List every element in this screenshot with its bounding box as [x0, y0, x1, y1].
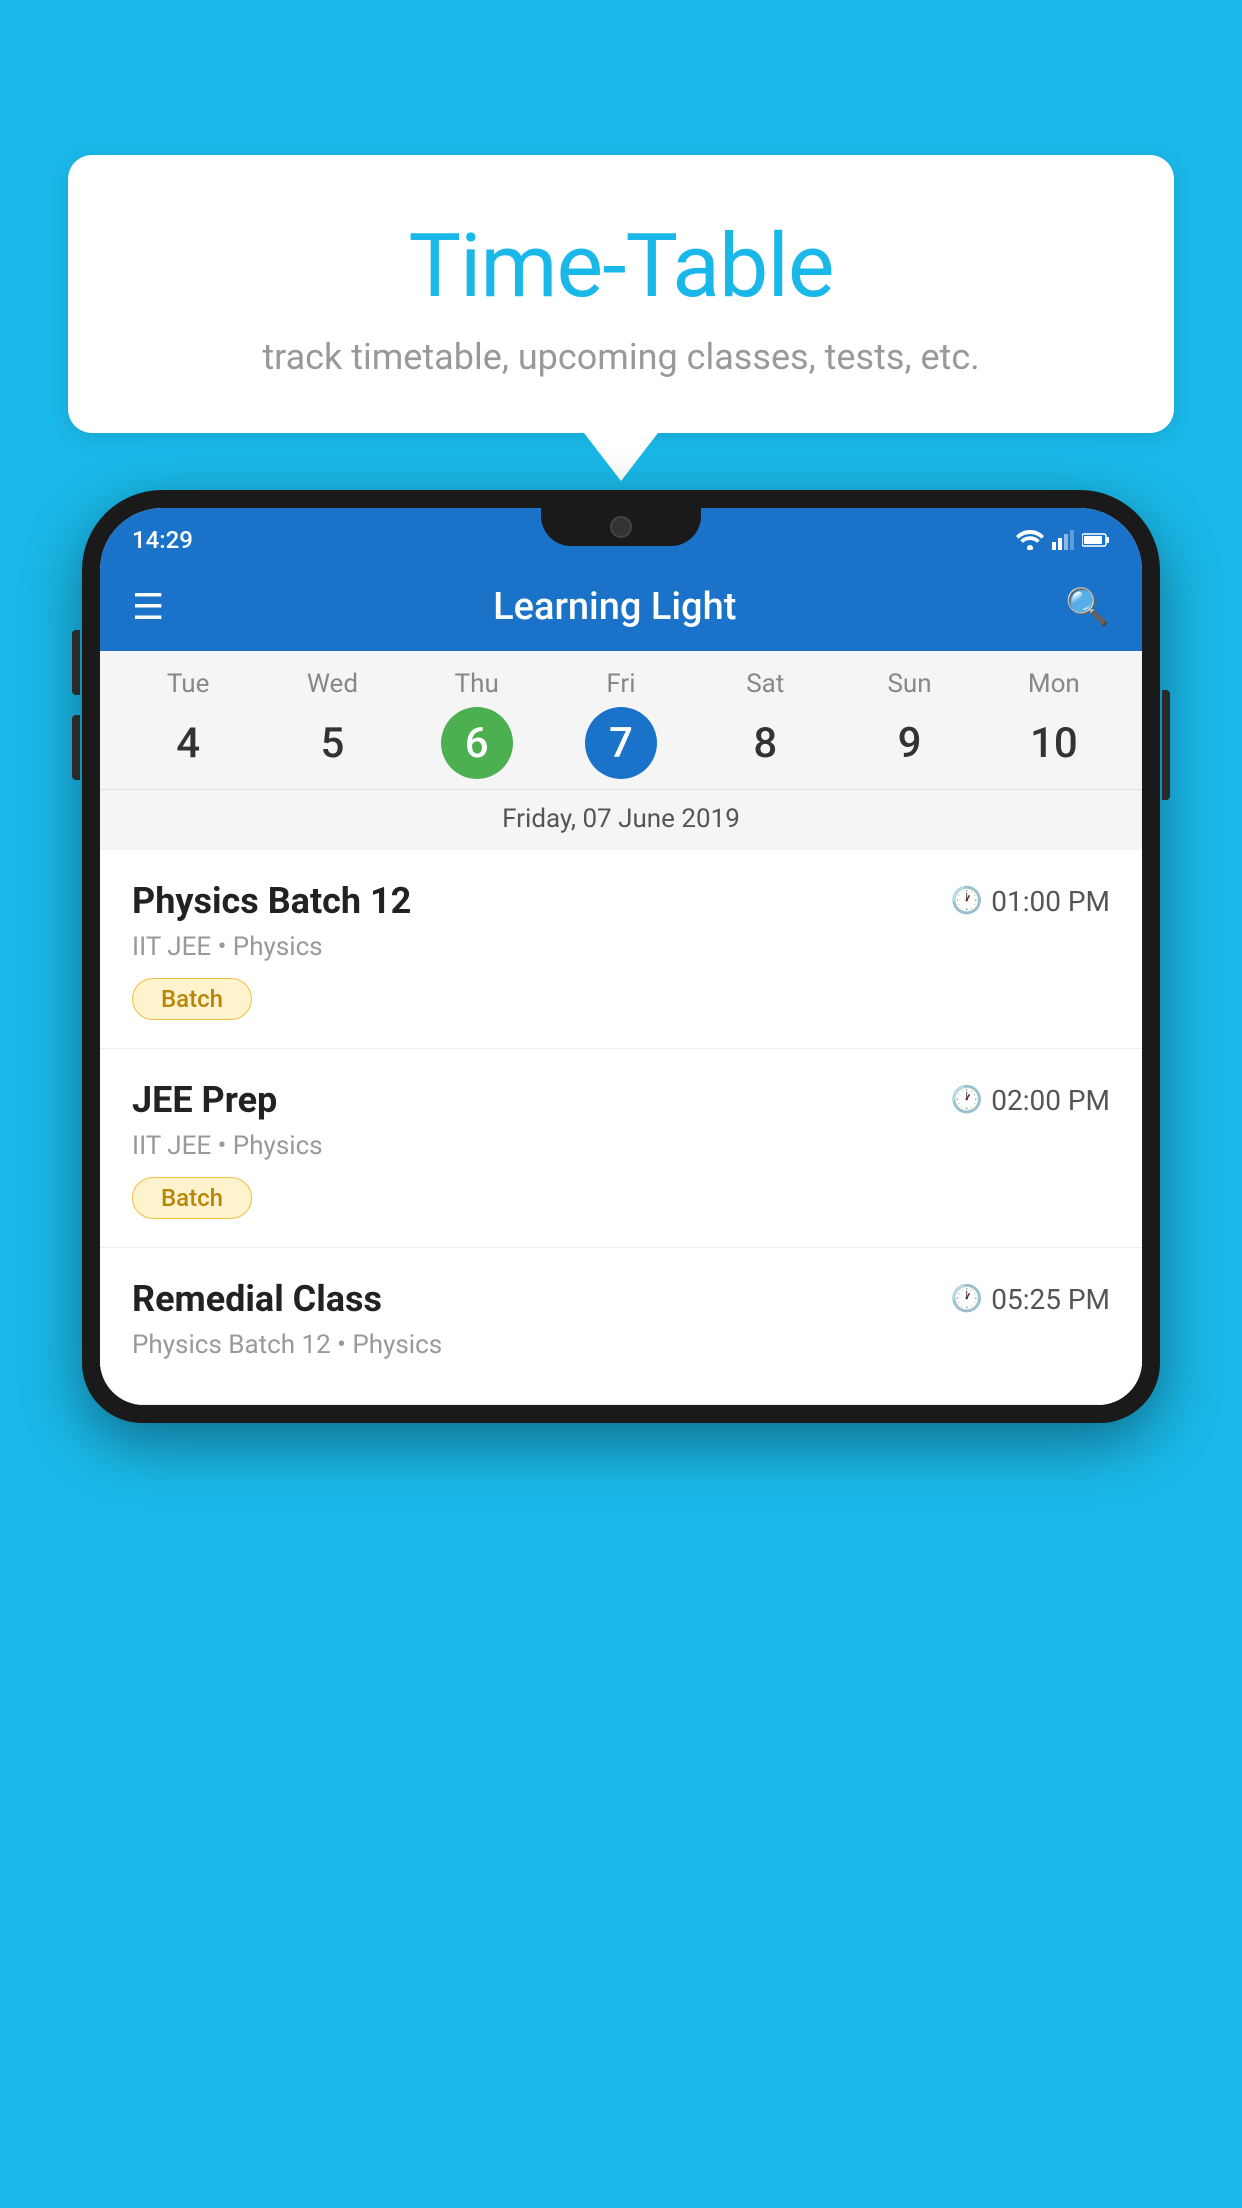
- search-icon[interactable]: 🔍: [1065, 586, 1110, 628]
- schedule-meta: IIT JEE • Physics: [132, 932, 1110, 962]
- day-number: 10: [1018, 707, 1090, 779]
- schedule-item-header: Remedial Class 🕐 05:25 PM: [132, 1278, 1110, 1320]
- batch-badge: Batch: [132, 1177, 252, 1219]
- day-number: 9: [874, 707, 946, 779]
- selected-date-label: Friday, 07 June 2019: [100, 789, 1142, 850]
- status-bar: 14:29: [100, 508, 1142, 563]
- day-col-sat[interactable]: Sat 8: [705, 669, 825, 779]
- day-col-fri[interactable]: Fri 7: [561, 669, 681, 779]
- day-col-mon[interactable]: Mon 10: [994, 669, 1114, 779]
- notch: [541, 508, 701, 546]
- app-bar: ☰ Learning Light 🔍: [100, 563, 1142, 651]
- day-name: Sun: [887, 669, 931, 699]
- status-time: 14:29: [132, 526, 193, 554]
- days-row: Tue 4 Wed 5 Thu 6 Fri 7 Sat 8 Sun 9 Mon 10: [100, 669, 1142, 779]
- side-button-volume-up: [72, 630, 80, 695]
- app-title: Learning Light: [493, 585, 736, 629]
- schedule-meta: Physics Batch 12 • Physics: [132, 1330, 1110, 1360]
- side-button-power: [1162, 690, 1170, 800]
- schedule-time: 🕐 05:25 PM: [951, 1283, 1110, 1316]
- schedule-item-0[interactable]: Physics Batch 12 🕐 01:00 PM IIT JEE • Ph…: [100, 850, 1142, 1049]
- day-name: Tue: [167, 669, 209, 699]
- day-col-wed[interactable]: Wed 5: [272, 669, 392, 779]
- clock-icon: 🕐: [951, 1085, 983, 1115]
- signal-icon: [1052, 530, 1074, 550]
- phone-outer: 14:29: [82, 490, 1160, 1423]
- day-number: 4: [152, 707, 224, 779]
- day-number: 7: [585, 707, 657, 779]
- day-name: Mon: [1028, 669, 1080, 699]
- battery-icon: [1082, 532, 1110, 548]
- day-name: Sat: [746, 669, 784, 699]
- phone-screen: 14:29: [100, 508, 1142, 1405]
- bubble-subtitle: track timetable, upcoming classes, tests…: [108, 336, 1134, 378]
- day-number: 6: [441, 707, 513, 779]
- schedule-item-1[interactable]: JEE Prep 🕐 02:00 PM IIT JEE • Physics Ba…: [100, 1049, 1142, 1248]
- clock-icon: 🕐: [951, 886, 983, 916]
- day-name: Thu: [455, 669, 499, 699]
- schedule-time: 🕐 02:00 PM: [951, 1084, 1110, 1117]
- calendar-strip: Tue 4 Wed 5 Thu 6 Fri 7 Sat 8 Sun 9 Mon 10 Friday, 07…: [100, 651, 1142, 850]
- day-number: 5: [296, 707, 368, 779]
- status-icons: [1016, 530, 1110, 550]
- camera: [610, 516, 632, 538]
- speech-bubble: Time-Table track timetable, upcoming cla…: [68, 155, 1174, 433]
- day-number: 8: [729, 707, 801, 779]
- day-col-thu[interactable]: Thu 6: [417, 669, 537, 779]
- schedule-item-header: JEE Prep 🕐 02:00 PM: [132, 1079, 1110, 1121]
- schedule-list: Physics Batch 12 🕐 01:00 PM IIT JEE • Ph…: [100, 850, 1142, 1405]
- speech-bubble-container: Time-Table track timetable, upcoming cla…: [68, 155, 1174, 433]
- batch-badge: Batch: [132, 978, 252, 1020]
- schedule-title: Physics Batch 12: [132, 880, 411, 922]
- schedule-title: JEE Prep: [132, 1079, 277, 1121]
- day-name: Fri: [606, 669, 635, 699]
- schedule-item-header: Physics Batch 12 🕐 01:00 PM: [132, 880, 1110, 922]
- schedule-title: Remedial Class: [132, 1278, 382, 1320]
- day-col-sun[interactable]: Sun 9: [850, 669, 970, 779]
- schedule-time: 🕐 01:00 PM: [951, 885, 1110, 918]
- bubble-title: Time-Table: [108, 215, 1134, 318]
- day-name: Wed: [307, 669, 358, 699]
- phone-container: 14:29: [82, 490, 1160, 2208]
- day-col-tue[interactable]: Tue 4: [128, 669, 248, 779]
- schedule-item-2[interactable]: Remedial Class 🕐 05:25 PM Physics Batch …: [100, 1248, 1142, 1405]
- wifi-icon: [1016, 530, 1044, 550]
- clock-icon: 🕐: [951, 1284, 983, 1314]
- side-button-volume-down: [72, 715, 80, 780]
- menu-icon[interactable]: ☰: [132, 586, 164, 628]
- schedule-meta: IIT JEE • Physics: [132, 1131, 1110, 1161]
